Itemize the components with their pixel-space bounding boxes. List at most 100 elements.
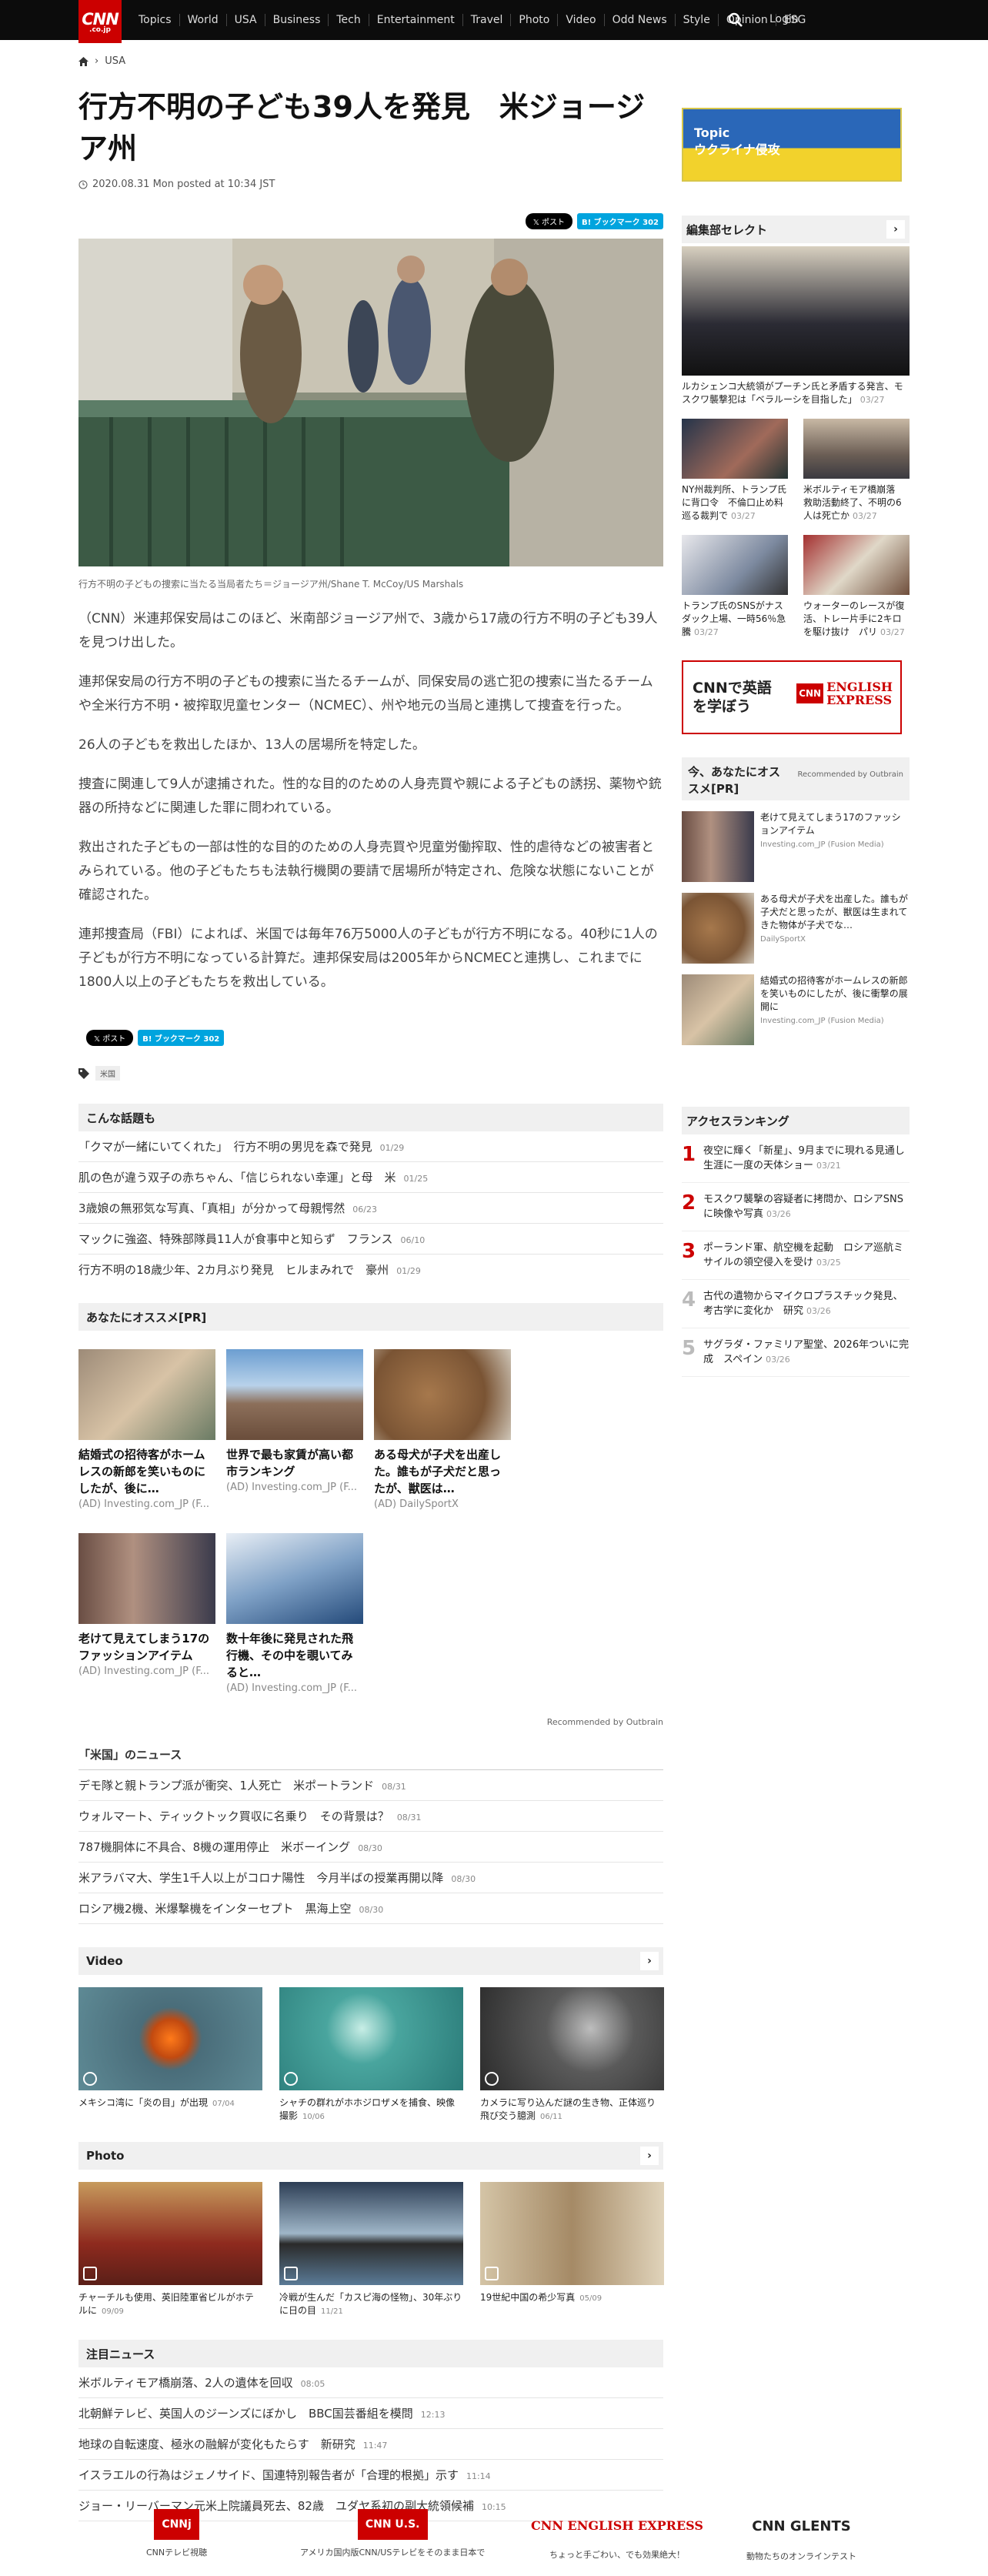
- hatena-bookmark-button[interactable]: B! ブックマーク 302: [138, 1030, 225, 1046]
- recommended-section: あなたにオススメ[PR] 結婚式の招待客がホームレスの新郎を笑いものにしたが、後…: [78, 1303, 663, 1727]
- editor-select: 編集部セレクト › ルカシェンコ大統領がプーチン氏と矛盾する発言、モスクワ襲撃犯は…: [682, 216, 910, 639]
- list-item[interactable]: 米ボルティモア橋崩落、2人の遺体を回収 08:05: [78, 2367, 663, 2398]
- cnnus-logo: CNN U.S.: [357, 2509, 428, 2540]
- list-item[interactable]: 米アラバマ大、学生1千人以上がコロナ陽性 今月半ばの授業再開以降 08/30: [78, 1863, 663, 1893]
- sidebar: Topic ウクライナ侵攻 編集部セレクト › ルカシェンコ大統領がプーチン氏と矛盾…: [682, 108, 915, 1377]
- list-item[interactable]: 北朝鮮テレビ、英国人のジーンズにぼかし BBC国芸番組を模問 12:13: [78, 2398, 663, 2429]
- english-express-logo: CNN ENGLISH EXPRESS: [796, 680, 893, 707]
- list-item[interactable]: 肌の色が違う双子の赤ちゃん、「信じられない幸運」と母 米 01/25: [78, 1162, 663, 1193]
- breadcrumb: › USA: [78, 55, 125, 67]
- video-card[interactable]: メキシコ湾に「炎の目」が出現 07/04: [78, 1987, 262, 2123]
- editor-item[interactable]: ウォーターのレースが復活、トレー片手に2キロを駆け抜け パリ 03/27: [803, 535, 910, 639]
- section-heading: こんな話題も: [78, 1104, 663, 1131]
- section-heading: Video ›: [78, 1947, 663, 1975]
- list-item[interactable]: マックに強盗、特殊部隊員11人が食事中と知らず フランス 06/10: [78, 1224, 663, 1255]
- photo-card[interactable]: 冷戦が生んだ「カスピ海の怪物」、30年ぶりに日の目 11/21: [279, 2182, 463, 2318]
- video-thumbnail: [279, 1987, 463, 2090]
- list-item[interactable]: ウォルマート、ティックトック買収に名乗り その背景は？ 08/31: [78, 1801, 663, 1832]
- main-nav: Topics World USA Business Tech Entertain…: [131, 14, 813, 26]
- section-heading: Photo ›: [78, 2142, 663, 2170]
- nav-item[interactable]: Video: [558, 14, 605, 26]
- pr-item[interactable]: ある母犬が子犬を出産した。誰もが子犬だと思ったが、獣医は生まれてきた物体が子犬で…: [682, 893, 910, 964]
- outbrain-credit[interactable]: Recommended by Outbrain: [78, 1717, 663, 1727]
- pr-item[interactable]: 老けて見えてしまう17のファッションアイテム Investing.com_JP (…: [682, 811, 910, 882]
- chevron-right-icon[interactable]: ›: [640, 1952, 659, 1970]
- recommended-card[interactable]: 結婚式の招待客がホームレスの新郎を笑いものにしたが、後に… (AD) Inves…: [78, 1349, 215, 1510]
- access-ranking: アクセスランキング 1 夜空に輝く「新星」、9月までに現れる見通し 生涯に一度の天…: [682, 1107, 915, 1377]
- footer-link-english-express[interactable]: CNN ENGLISH EXPRESS ちょっと手ごわい、でも効果絶大！: [531, 2509, 703, 2561]
- footer-link-cnnus[interactable]: CNN U.S. アメリカ国内版CNN/USテレビをそのまま日本で: [300, 2509, 485, 2558]
- pr-image: [682, 893, 754, 964]
- hero-photo: [78, 239, 663, 566]
- section-heading: あなたにオススメ[PR]: [78, 1303, 663, 1331]
- nav-item[interactable]: Tech: [329, 14, 369, 26]
- list-item[interactable]: 「クマが一緒にいてくれた」 行方不明の男児を森で発見 01/29: [78, 1131, 663, 1162]
- list-item[interactable]: 行方不明の18歳少年、2カ月ぶり発見 ヒルまみれで 豪州 01/29: [78, 1255, 663, 1285]
- list-item[interactable]: 3歳娘の無邪気な写真、「真相」が分かって母親愕然 06/23: [78, 1193, 663, 1224]
- nav-item[interactable]: Photo: [511, 14, 559, 26]
- nav-item[interactable]: Style: [676, 14, 719, 26]
- share-buttons-bottom: 𝕏 ポスト B! ブックマーク 302: [86, 1030, 663, 1046]
- footer-link-glents[interactable]: CNN GLENTS 動物たちのオンラインテスト: [746, 2509, 856, 2562]
- nav-item[interactable]: Travel: [463, 14, 512, 26]
- login-link[interactable]: Login: [769, 13, 799, 25]
- top-nav-bar: CNN .co.jp Topics World USA Business Tec…: [0, 0, 988, 43]
- photo-thumbnail: [78, 2182, 262, 2285]
- nav-item[interactable]: Business: [265, 14, 329, 26]
- recommended-card[interactable]: 老けて見えてしまう17のファッションアイテム (AD) Investing.co…: [78, 1533, 215, 1694]
- page-title: 行方不明の子ども39人を発見 米ジョージア州: [78, 90, 646, 165]
- article-paragraph: 26人の子どもを救出したほか、13人の居場所を特定した。: [78, 737, 426, 753]
- ranking-item[interactable]: 3 ポーランド軍、航空機を起動 ロシア巡航ミサイルの領空侵入を受け 03/25: [682, 1231, 910, 1280]
- english-express-footer-logo: CNN ENGLISH EXPRESS: [531, 2518, 703, 2533]
- recommended-card[interactable]: 世界で最も家賃が高い都市ランキング (AD) Investing.com_JP …: [226, 1349, 363, 1510]
- chevron-right-icon[interactable]: ›: [640, 2147, 659, 2165]
- ukraine-topic-banner[interactable]: Topic ウクライナ侵攻: [682, 108, 902, 182]
- list-item[interactable]: イスラエルの行為はジェノサイド、国連特別報告者が「合理的根拠」示す 11:14: [78, 2460, 663, 2491]
- list-item[interactable]: ロシア機2機、米爆撃機をインターセプト 黒海上空 08/30: [78, 1893, 663, 1924]
- photo-card[interactable]: 19世紀中国の希少写真 05/09: [480, 2182, 664, 2318]
- editor-big-item[interactable]: ルカシェンコ大統領がプーチン氏と矛盾する発言、モスクワ襲撃犯は「ベラルーシを目指…: [682, 246, 910, 406]
- cnn-logo[interactable]: CNN .co.jp: [78, 0, 122, 43]
- video-card[interactable]: カメラに写り込んだ謎の生き物、正体巡り飛び交う臆測 06/11: [480, 1987, 664, 2123]
- ranking-item[interactable]: 4 古代の遺物からマイクロプラスチック発見、考古学に変化か 研究 03/26: [682, 1280, 910, 1328]
- ranking-item[interactable]: 5 サグラダ・ファミリア聖堂、2026年ついに完成 スペイン 03/26: [682, 1328, 910, 1377]
- home-icon[interactable]: [78, 56, 88, 66]
- list-item[interactable]: デモ隊と親トランプ派が衝突、1人死亡 米ポートランド 08/31: [78, 1770, 663, 1801]
- nav-item[interactable]: Odd News: [605, 14, 676, 26]
- pr-item[interactable]: 結婚式の招待客がホームレスの新郎を笑いものにしたが、後に衝撃の展開に Invest…: [682, 974, 910, 1045]
- tag-link[interactable]: 米国: [95, 1066, 120, 1081]
- pr-image: [682, 974, 754, 1045]
- english-express-promo[interactable]: CNNで英語を学ぼう CNN ENGLISH EXPRESS: [682, 660, 902, 734]
- video-card[interactable]: シャチの群れがホホジロザメを捕食、映像撮影 10/06: [279, 1987, 463, 2123]
- nav-item[interactable]: World: [180, 14, 227, 26]
- article-body: （CNN）米連邦保安局はこのほど、米南部ジョージア州で、3歳から17歳の行方不明…: [78, 607, 663, 994]
- article-paragraph: 捜査に関連して9人が逮捕された。性的な目的のための人身売買や親による子どもの誘拐…: [78, 777, 662, 816]
- chevron-right-icon[interactable]: ›: [886, 220, 905, 239]
- nav-item[interactable]: Topics: [131, 14, 180, 26]
- breadcrumb-section[interactable]: USA: [105, 55, 125, 67]
- recommended-card[interactable]: ある母犬が子犬を出産した。誰もが子犬だと思ったが、獣医は… (AD) Daily…: [374, 1349, 511, 1510]
- list-item[interactable]: 787機胴体に不具合、8機の運用停止 米ボーイング 08/30: [78, 1832, 663, 1863]
- search-icon[interactable]: [727, 12, 744, 28]
- camera-icon: [485, 2267, 499, 2280]
- recommended-card[interactable]: 数十年後に発見された飛行機、その中を覗いてみると… (AD) Investing…: [226, 1533, 363, 1694]
- recommended-image: [226, 1533, 363, 1624]
- hatena-bookmark-button[interactable]: B! ブックマーク 302: [576, 213, 663, 229]
- section-heading: 今、あなたにオススメ[PR] Recommended by Outbrain: [682, 757, 910, 800]
- list-item[interactable]: 地球の自転速度、極氷の融解が変化もたらす 新研究 11:47: [78, 2429, 663, 2460]
- nav-item[interactable]: Entertainment: [369, 14, 463, 26]
- ranking-item[interactable]: 2 モスクワ襲撃の容疑者に拷問か、ロシアSNSに映像や写真 03/26: [682, 1183, 910, 1231]
- photo-card[interactable]: チャーチルも使用、英旧陸軍省ビルがホテルに 09/09: [78, 2182, 262, 2318]
- editor-image: [682, 419, 788, 479]
- editor-item[interactable]: NY州裁判所、トランプ氏に背口令 不倫口止め料巡る裁判で 03/27: [682, 419, 788, 523]
- editor-item[interactable]: トランプ氏のSNSがナスダック上場、一時56％急騰 03/27: [682, 535, 788, 639]
- related-section: こんな話題も 「クマが一緒にいてくれた」 行方不明の男児を森で発見 01/29 肌…: [78, 1104, 663, 1285]
- photo-section: Photo › チャーチルも使用、英旧陸軍省ビルがホテルに 09/09 冷戦が生んだ…: [78, 2142, 664, 2318]
- ranking-item[interactable]: 1 夜空に輝く「新星」、9月までに現れる見通し 生涯に一度の天体ショー 03/21: [682, 1134, 915, 1183]
- editor-item[interactable]: 米ボルティモア橋崩落 救助活動終了、不明の6人は死亡か 03/27: [803, 419, 910, 523]
- nav-item[interactable]: USA: [227, 14, 265, 26]
- x-post-button[interactable]: 𝕏 ポスト: [86, 1030, 134, 1046]
- section-heading: アクセスランキング: [682, 1107, 910, 1134]
- x-post-button[interactable]: 𝕏 ポスト: [525, 213, 572, 229]
- footer-link-cnnj[interactable]: CNNj CNNテレビ視聴: [146, 2509, 207, 2558]
